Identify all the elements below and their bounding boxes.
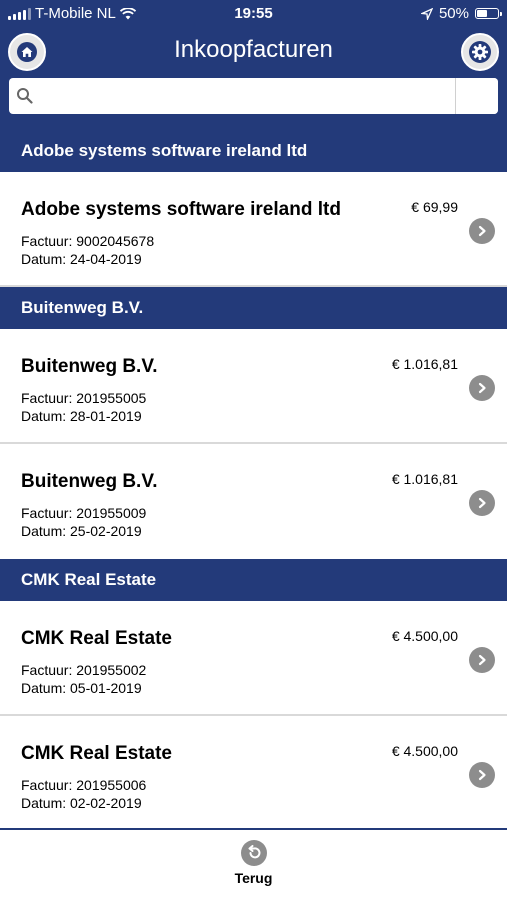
invoice-row[interactable]: Buitenweg B.V. € 1.016,81 Factuur: 20195… [0, 329, 507, 444]
gear-icon [469, 41, 491, 63]
invoice-supplier: CMK Real Estate [21, 743, 172, 764]
invoice-number: Factuur: 9002045678 [21, 233, 155, 249]
invoice-supplier: CMK Real Estate [21, 628, 172, 649]
invoice-date: Datum: 28-01-2019 [21, 408, 142, 424]
back-button-label: Terug [234, 870, 273, 886]
invoice-amount: € 4.500,00 [391, 743, 458, 759]
invoice-amount: € 69,99 [411, 199, 458, 215]
invoice-number: Factuur: 201955006 [21, 777, 147, 793]
search-bar [9, 78, 498, 114]
invoice-number: Factuur: 201955002 [21, 662, 147, 678]
invoice-list: Adobe systems software ireland ltd Adobe… [0, 130, 507, 831]
undo-icon [240, 840, 267, 866]
invoice-date: Datum: 05-01-2019 [21, 680, 142, 696]
chevron-right-icon[interactable] [469, 218, 495, 244]
invoice-number: Factuur: 201955009 [21, 505, 147, 521]
invoice-row[interactable]: Buitenweg B.V. € 1.016,81 Factuur: 20195… [0, 444, 507, 559]
invoice-amount: € 1.016,81 [391, 471, 458, 487]
search-input[interactable] [41, 78, 455, 114]
invoice-row[interactable]: CMK Real Estate € 4.500,00 Factuur: 2019… [0, 716, 507, 831]
chevron-right-icon[interactable] [469, 375, 495, 401]
invoice-number: Factuur: 201955005 [21, 390, 147, 406]
search-side-button[interactable] [455, 78, 498, 114]
invoice-date: Datum: 25-02-2019 [21, 523, 142, 539]
invoice-amount: € 1.016,81 [391, 356, 458, 372]
invoice-supplier: Buitenweg B.V. [21, 356, 158, 377]
bottom-toolbar: Terug [0, 828, 507, 900]
invoice-supplier: Buitenweg B.V. [21, 471, 158, 492]
search-icon [17, 88, 33, 104]
group-header: CMK Real Estate [0, 559, 507, 601]
battery-percentage: 50% [438, 5, 469, 22]
location-arrow-icon [420, 7, 433, 20]
invoice-date: Datum: 24-04-2019 [21, 251, 142, 267]
invoice-row[interactable]: Adobe systems software ireland ltd € 69,… [0, 172, 507, 287]
invoice-date: Datum: 02-02-2019 [21, 795, 142, 811]
settings-button[interactable] [461, 33, 499, 71]
back-button[interactable]: Terug [0, 840, 507, 886]
app-header: T-Mobile NL 19:55 50% Inkoopfacturen [0, 0, 507, 130]
page-title: Inkoopfacturen [174, 36, 333, 63]
group-header: Adobe systems software ireland ltd [0, 130, 507, 172]
invoice-supplier: Adobe systems software ireland ltd [21, 199, 341, 220]
chevron-right-icon[interactable] [469, 647, 495, 673]
group-header: Buitenweg B.V. [0, 287, 507, 329]
status-bar: T-Mobile NL 19:55 50% [0, 0, 507, 28]
battery-icon [475, 8, 502, 19]
invoice-row[interactable]: CMK Real Estate € 4.500,00 Factuur: 2019… [0, 601, 507, 716]
chevron-right-icon[interactable] [469, 490, 495, 516]
invoice-amount: € 4.500,00 [391, 628, 458, 644]
chevron-right-icon[interactable] [469, 762, 495, 788]
